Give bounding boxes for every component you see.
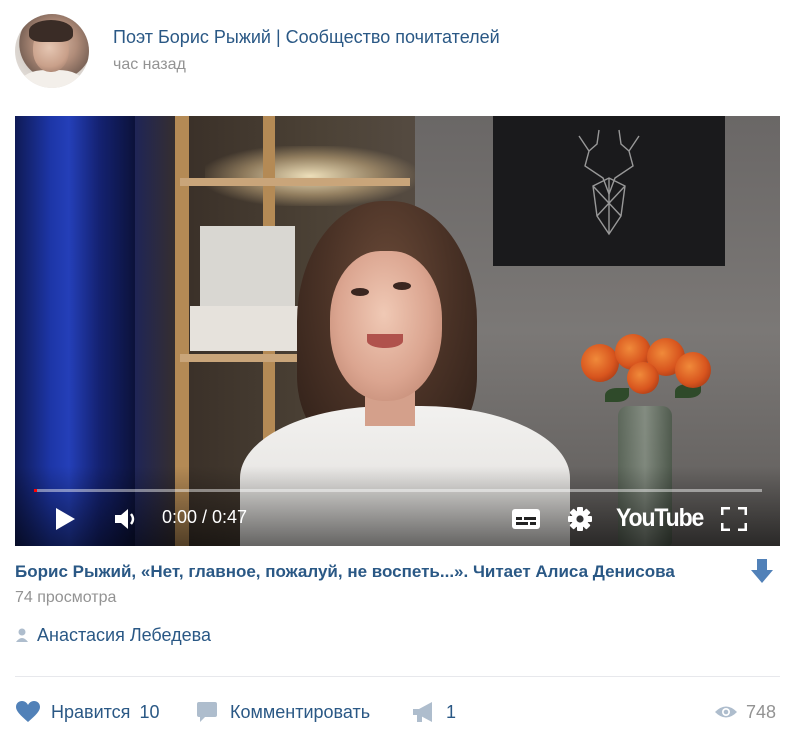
video-views: 74 просмотра [15,589,117,606]
youtube-logo[interactable]: YouTube [616,504,704,533]
fullscreen-icon [721,507,747,531]
shelf-paper [200,226,295,316]
megaphone-icon [413,702,432,722]
video-player[interactable]: 0:00 / 0:47 YouTube [15,116,780,546]
person-eye [393,282,411,290]
rose [675,352,711,388]
avatar-shirt [21,70,83,88]
person-face [330,251,442,401]
person-eye [351,288,369,296]
subtitles-button[interactable] [511,506,541,532]
settings-button[interactable] [566,505,594,533]
person-mouth [367,334,403,348]
play-button[interactable] [53,504,77,534]
deer-poster [493,116,725,266]
views-counter: 748 [714,699,776,725]
eye-icon [715,706,737,718]
comment-label: Комментировать [230,701,371,722]
like-label: Нравится [51,701,131,722]
view-count: 748 [746,701,777,722]
rose [581,344,619,382]
repost-count: 1 [446,701,457,722]
subtitles-icon [512,509,540,529]
group-avatar[interactable] [15,14,89,88]
progress-fill [34,489,37,492]
comment-icon [197,702,217,722]
wall-post: Поэт Борис Рыжий | Сообщество почитателе… [0,0,804,735]
group-name-link[interactable]: Поэт Борис Рыжий | Сообщество почитателе… [113,27,500,48]
author-link[interactable]: Анастасия Лебедева [37,625,211,646]
video-title-link[interactable]: Борис Рыжий, «Нет, главное, пожалуй, не … [15,562,675,582]
rose [627,362,659,394]
shelf-board [180,178,410,186]
gear-icon [568,507,592,531]
avatar-hair [29,20,73,42]
arrow-down-icon [751,559,773,583]
divider [15,676,780,677]
repost-button[interactable]: 1 [411,699,456,725]
play-icon [56,508,75,530]
leaf [605,388,629,402]
heart-icon [16,701,40,722]
volume-icon [115,509,135,529]
time-display: 0:00 / 0:47 [162,507,248,527]
volume-button[interactable] [111,506,141,532]
comment-button[interactable]: Комментировать [196,699,370,725]
post-time[interactable]: час назад [113,56,186,74]
shelf-light [205,146,415,206]
like-count: 10 [139,701,160,722]
progress-bar[interactable] [34,489,762,492]
user-icon [15,627,29,648]
download-button[interactable] [750,558,774,589]
like-button[interactable]: Нравится 10 [15,699,159,725]
fullscreen-button[interactable] [720,506,748,532]
